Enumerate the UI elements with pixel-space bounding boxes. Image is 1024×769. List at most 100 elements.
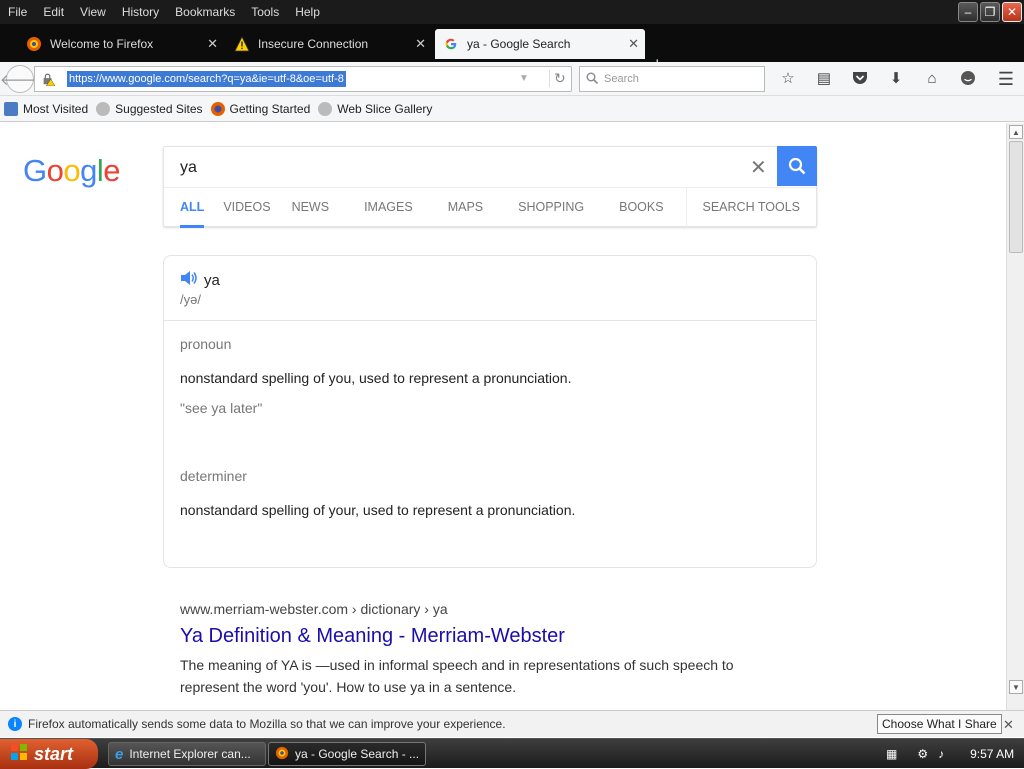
pocket-icon[interactable]: [848, 68, 872, 88]
tab-videos[interactable]: VIDEOS: [223, 188, 270, 228]
example: "see ya later": [180, 400, 263, 416]
minimize-button[interactable]: –: [958, 2, 978, 22]
task-label: Internet Explorer can...: [129, 747, 251, 761]
search-input[interactable]: Search: [579, 66, 765, 92]
system-tray: ▦ ⚙ ♪ 9:57 AM: [880, 739, 1014, 769]
close-tab-icon[interactable]: ✕: [628, 36, 639, 52]
menu-bookmarks[interactable]: Bookmarks: [167, 5, 243, 19]
firefox-icon: [26, 36, 42, 52]
notification-bar: i Firefox automatically sends some data …: [0, 710, 1024, 737]
result-snippet: The meaning of YA is —used in informal s…: [180, 657, 734, 695]
dictionary-word: ya: [180, 270, 220, 290]
insecure-lock-icon[interactable]: [41, 72, 56, 87]
menu-history[interactable]: History: [114, 5, 167, 19]
google-logo[interactable]: Google: [23, 153, 121, 189]
reload-icon[interactable]: ↻: [549, 70, 566, 87]
restore-button[interactable]: ❐: [980, 2, 1000, 22]
vertical-scrollbar[interactable]: ▲ ▼: [1006, 123, 1024, 710]
tab-title: Welcome to Firefox: [50, 37, 154, 51]
url-text[interactable]: https://www.google.com/search?q=ya&ie=ut…: [67, 71, 346, 87]
reading-list-icon[interactable]: ▤: [812, 68, 836, 88]
speaker-icon[interactable]: [180, 270, 198, 290]
info-icon: i: [8, 717, 22, 731]
tab-images[interactable]: IMAGES: [364, 188, 413, 228]
tab-shopping[interactable]: SHOPPING: [518, 188, 584, 228]
task-label: ya - Google Search - ...: [295, 747, 420, 761]
divider: [164, 320, 816, 321]
result-url[interactable]: www.merriam-webster.com › dictionary › y…: [180, 601, 780, 617]
bookmark-web-slice-gallery[interactable]: Web Slice Gallery: [318, 101, 433, 116]
dropdown-arrow-icon[interactable]: ▼: [519, 73, 529, 84]
keyboard-icon[interactable]: ▦: [886, 747, 897, 761]
part-of-speech: determiner: [180, 468, 247, 484]
taskbar-item-internet-explorer[interactable]: e Internet Explorer can...: [108, 742, 266, 766]
network-icon[interactable]: ⚙: [917, 747, 928, 761]
home-icon[interactable]: ⌂: [920, 68, 944, 88]
tab-bar: Welcome to Firefox ✕ Insecure Connection…: [0, 24, 1024, 74]
tab-title: ya - Google Search: [467, 37, 571, 51]
google-search-box: ya ✕ ALL VIDEOS NEWS IMAGES MAPS SHOPPIN…: [163, 146, 817, 228]
taskbar-item-firefox[interactable]: ya - Google Search - ...: [268, 742, 426, 766]
menu-file[interactable]: File: [0, 5, 35, 19]
close-tab-icon[interactable]: ✕: [415, 36, 426, 52]
most-visited-icon: [4, 101, 18, 116]
bookmark-label: Getting Started: [229, 101, 311, 116]
result-title-link[interactable]: Ya Definition & Meaning - Merriam-Webste…: [180, 625, 780, 648]
hello-chat-icon[interactable]: [956, 68, 980, 88]
search-type-tabs: ALL VIDEOS NEWS IMAGES MAPS SHOPPING BOO…: [164, 187, 817, 228]
close-notification-icon[interactable]: ✕: [1003, 717, 1014, 733]
downloads-icon[interactable]: ⬇: [884, 68, 908, 88]
start-label: start: [34, 743, 74, 764]
bookmark-star-icon[interactable]: ☆: [776, 68, 800, 88]
scroll-thumb[interactable]: [1009, 141, 1023, 253]
firefox-icon: [210, 101, 225, 116]
volume-icon[interactable]: ♪: [938, 747, 944, 761]
tab-insecure-connection[interactable]: Insecure Connection ✕: [226, 29, 432, 59]
bookmarks-toolbar: Most Visited Suggested Sites Getting Sta…: [0, 96, 1024, 122]
menu-view[interactable]: View: [72, 5, 114, 19]
taskbar: start e Internet Explorer can... ya - Go…: [0, 738, 1024, 769]
tab-welcome-firefox[interactable]: Welcome to Firefox ✕: [18, 29, 224, 59]
bookmark-label: Suggested Sites: [115, 101, 203, 116]
tab-maps[interactable]: MAPS: [448, 188, 483, 228]
definition: nonstandard spelling of your, used to re…: [180, 502, 576, 518]
bookmark-label: Web Slice Gallery: [337, 101, 433, 116]
query-input[interactable]: ya: [180, 159, 197, 177]
bookmark-suggested-sites[interactable]: Suggested Sites: [96, 101, 203, 116]
google-g-icon: [443, 36, 459, 52]
dictionary-card: ya /yə/ pronoun nonstandard spelling of …: [163, 255, 817, 568]
navigation-bar: 🡐 https://www.google.com/search?q=ya&ie=…: [0, 62, 1024, 96]
hamburger-menu-icon[interactable]: ☰: [998, 69, 1014, 90]
scroll-up-arrow-icon[interactable]: ▲: [1009, 125, 1023, 139]
back-button[interactable]: 🡐: [0, 65, 40, 93]
choose-what-i-share-button[interactable]: Choose What I Share: [877, 714, 1002, 734]
bookmark-most-visited[interactable]: Most Visited: [4, 101, 89, 116]
search-result: www.merriam-webster.com › dictionary › y…: [180, 601, 780, 698]
search-icon: [788, 157, 806, 175]
menu-help[interactable]: Help: [287, 5, 328, 19]
clock: 9:57 AM: [970, 747, 1015, 761]
tab-books[interactable]: BOOKS: [619, 188, 663, 228]
menu-tools[interactable]: Tools: [243, 5, 287, 19]
bookmark-label: Most Visited: [23, 101, 89, 116]
menu-edit[interactable]: Edit: [35, 5, 72, 19]
close-window-button[interactable]: ✕: [1002, 2, 1022, 22]
tab-google-search[interactable]: ya - Google Search ✕: [435, 29, 645, 59]
bookmark-getting-started[interactable]: Getting Started: [210, 101, 311, 116]
definition: nonstandard spelling of you, used to rep…: [180, 370, 572, 386]
address-bar[interactable]: https://www.google.com/search?q=ya&ie=ut…: [34, 66, 572, 92]
scroll-down-arrow-icon[interactable]: ▼: [1009, 680, 1023, 694]
toolbar-icons: ☆ ▤ ⬇ ⌂: [776, 68, 980, 88]
tab-news[interactable]: NEWS: [292, 188, 330, 228]
start-button[interactable]: start: [0, 739, 98, 769]
globe-icon: [96, 101, 111, 116]
close-tab-icon[interactable]: ✕: [207, 36, 218, 52]
warning-icon: [234, 36, 250, 52]
page-content: Google ya ✕ ALL VIDEOS NEWS IMAGES MAPS …: [0, 123, 1006, 710]
google-search-button[interactable]: [777, 146, 817, 186]
internet-explorer-icon: e: [115, 745, 124, 763]
window-controls: – ❐ ✕: [958, 2, 1022, 22]
clear-query-icon[interactable]: ✕: [750, 155, 767, 180]
tab-all[interactable]: ALL: [180, 188, 205, 228]
tab-search-tools[interactable]: SEARCH TOOLS: [685, 188, 817, 228]
